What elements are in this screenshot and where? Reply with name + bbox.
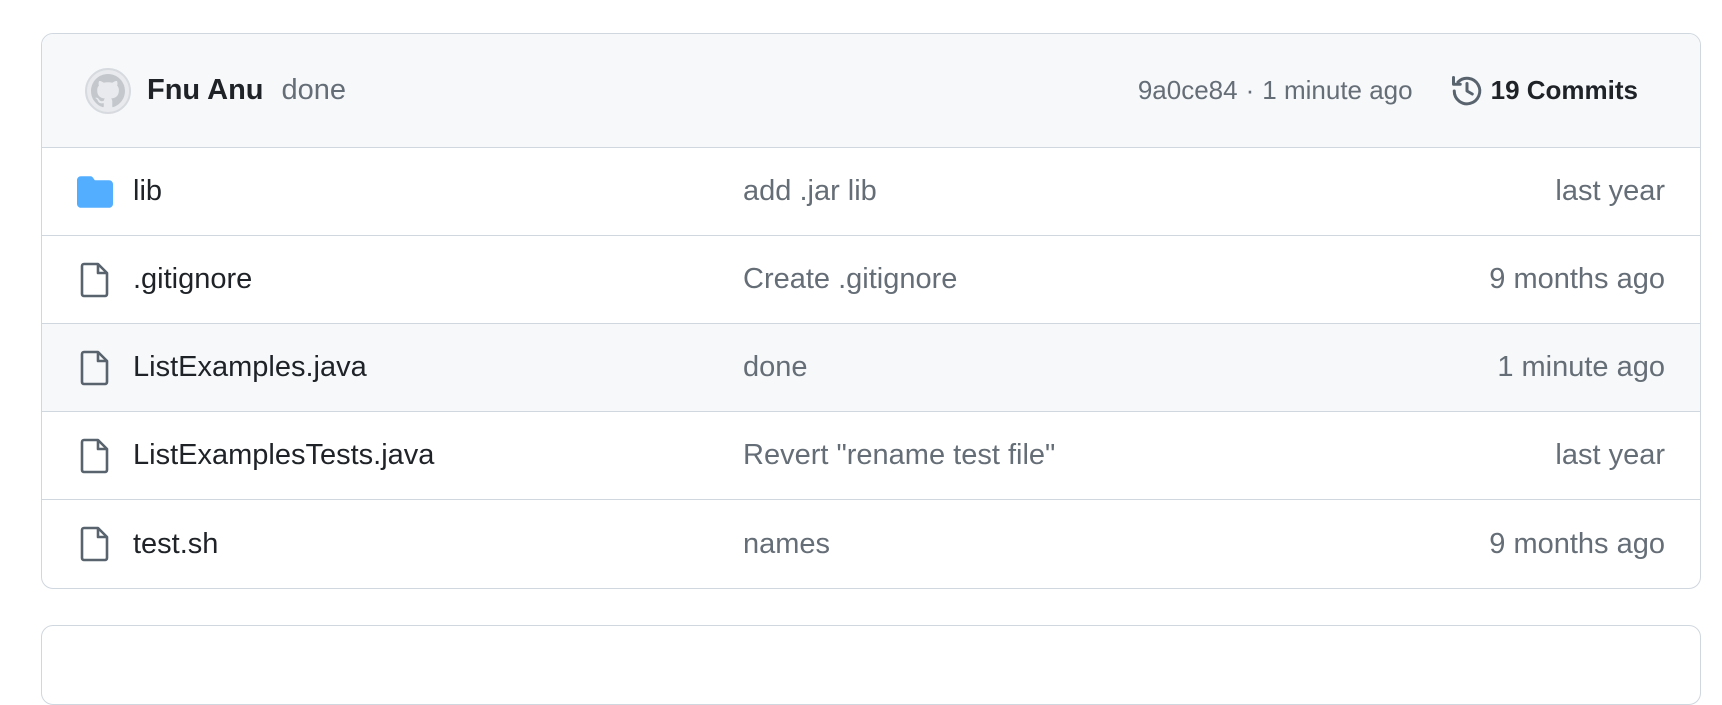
commit-time: 1 minute ago: [1262, 75, 1413, 105]
file-row-gitignore[interactable]: .gitignore Create .gitignore 9 months ag…: [42, 236, 1700, 324]
readme-panel: [41, 625, 1701, 705]
file-age: last year: [1555, 175, 1665, 207]
file-icon: [75, 438, 115, 474]
author-avatar[interactable]: [85, 67, 131, 114]
file-name[interactable]: ListExamples.java: [133, 351, 743, 384]
commit-author[interactable]: Fnu Anu: [147, 74, 264, 107]
github-octocat-icon: [91, 73, 125, 107]
commits-count-label: 19 Commits: [1490, 75, 1638, 105]
file-name[interactable]: .gitignore: [133, 263, 743, 296]
meta-separator: ·: [1245, 75, 1255, 105]
file-age: 1 minute ago: [1497, 351, 1665, 383]
folder-icon: [75, 175, 115, 208]
file-row-test-sh[interactable]: test.sh names 9 months ago: [42, 500, 1700, 588]
file-icon: [75, 526, 115, 562]
file-icon: [75, 350, 115, 386]
file-row-listexamples[interactable]: ListExamples.java done 1 minute ago: [42, 324, 1700, 412]
file-commit-message[interactable]: Create .gitignore: [743, 263, 1489, 296]
commit-message[interactable]: done: [282, 74, 347, 107]
file-name[interactable]: ListExamplesTests.java: [133, 439, 743, 472]
commit-meta: 9a0ce84 · 1 minute ago: [1138, 75, 1413, 106]
file-name[interactable]: lib: [133, 175, 743, 208]
file-row-listexamplestests[interactable]: ListExamplesTests.java Revert "rename te…: [42, 412, 1700, 500]
file-commit-message[interactable]: add .jar lib: [743, 175, 1555, 208]
file-age: 9 months ago: [1489, 263, 1665, 295]
file-icon: [75, 262, 115, 298]
file-age: last year: [1555, 439, 1665, 471]
file-commit-message[interactable]: names: [743, 528, 1489, 561]
file-row-lib[interactable]: lib add .jar lib last year: [42, 148, 1700, 236]
file-name[interactable]: test.sh: [133, 528, 743, 561]
commits-history-link[interactable]: 19 Commits: [1449, 73, 1638, 109]
file-commit-message[interactable]: done: [743, 351, 1497, 384]
file-browser: Fnu Anu done 9a0ce84 · 1 minute ago 19 C…: [41, 33, 1701, 589]
file-age: 9 months ago: [1489, 527, 1665, 560]
file-commit-message[interactable]: Revert "rename test file": [743, 439, 1555, 472]
latest-commit-header: Fnu Anu done 9a0ce84 · 1 minute ago 19 C…: [42, 34, 1700, 148]
history-icon: [1451, 75, 1481, 105]
commit-sha[interactable]: 9a0ce84: [1138, 75, 1238, 106]
